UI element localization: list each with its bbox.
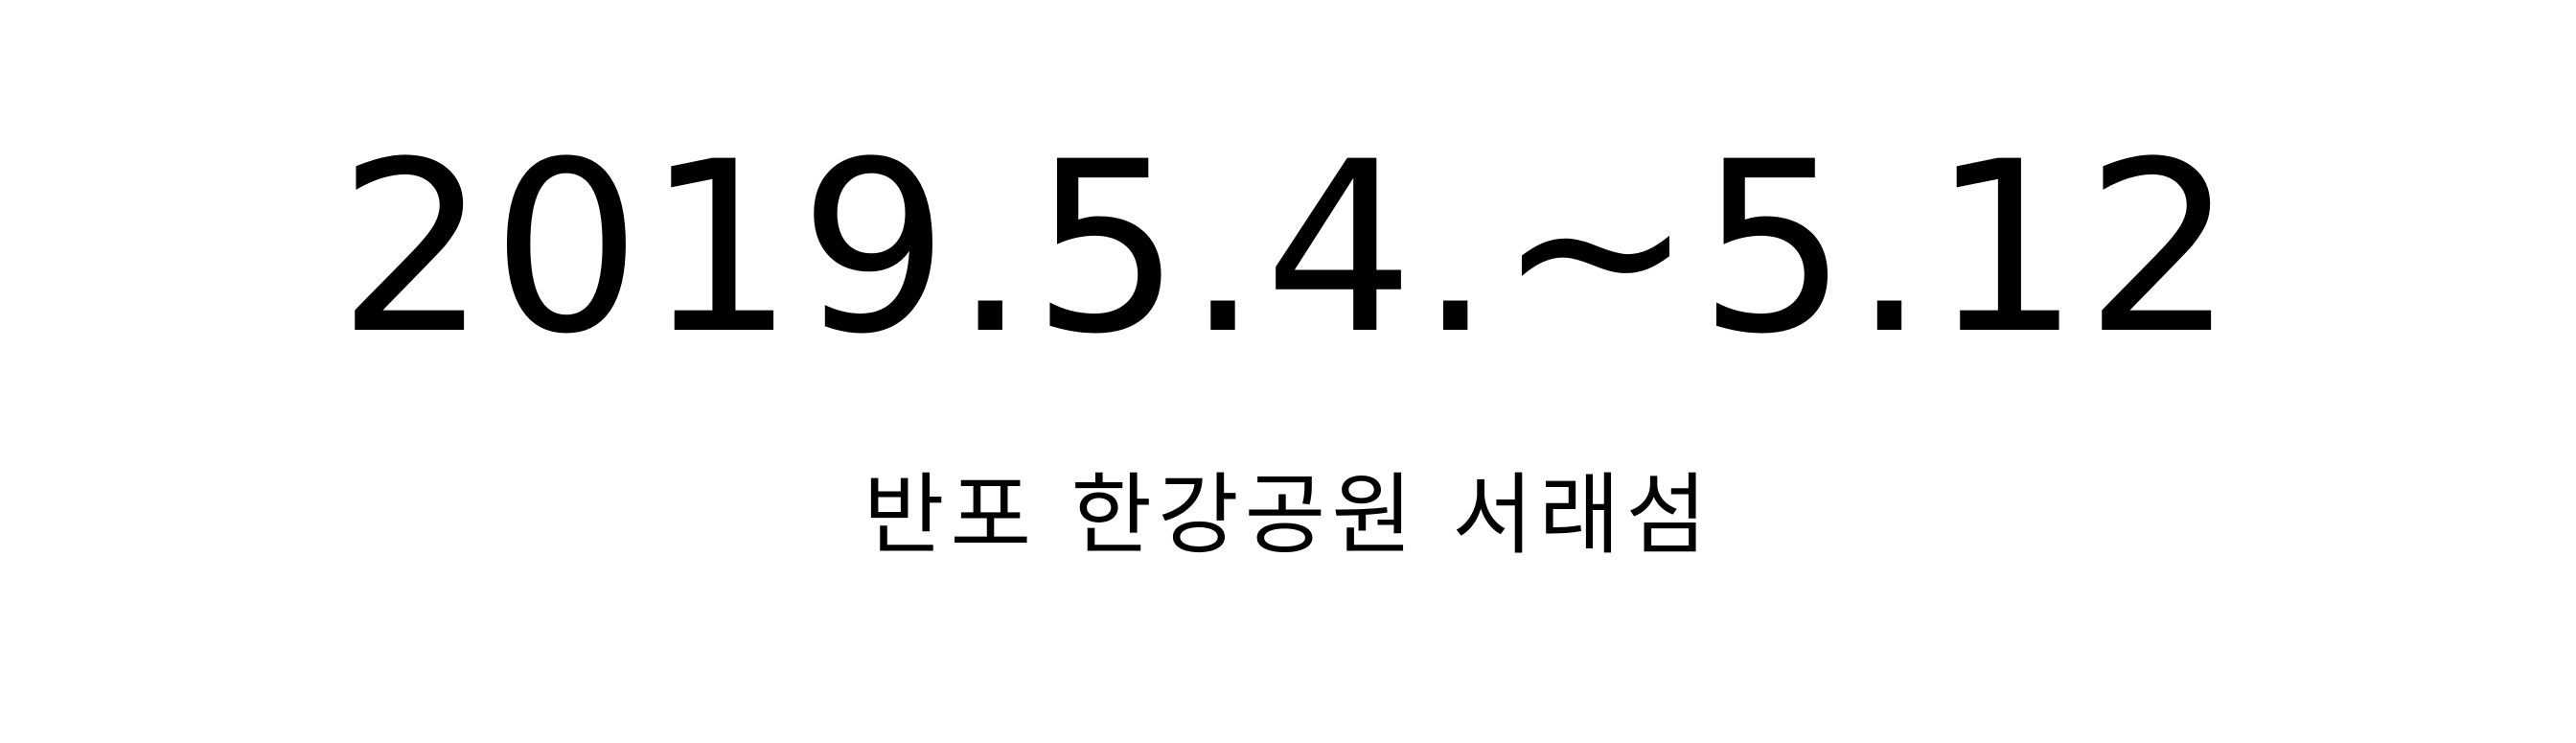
event-date-range: 2019.5.4.~5.12 bbox=[337, 112, 2239, 386]
event-banner: 2019.5.4.~5.12 반포 한강공원 서래섬 bbox=[0, 0, 2576, 743]
event-venue: 반포 한강공원 서래섬 bbox=[862, 464, 1714, 567]
